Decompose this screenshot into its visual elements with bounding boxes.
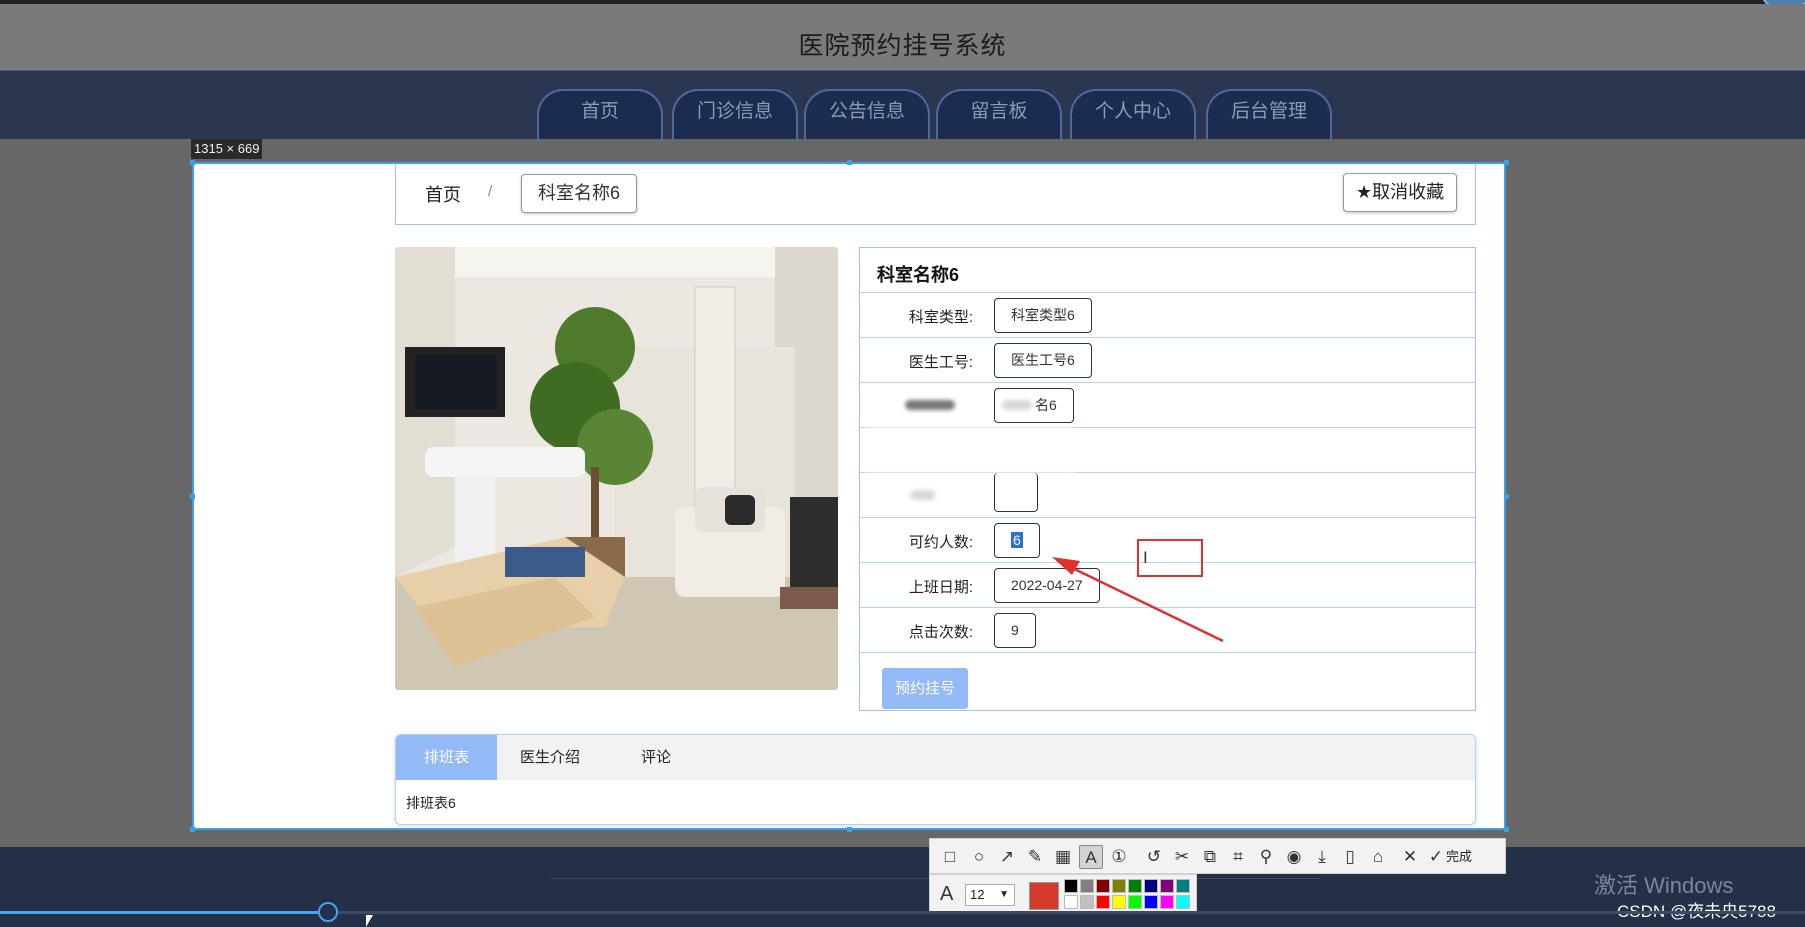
progress-fill: [0, 911, 328, 914]
capture-toolbar: □ ○ ↗ ✎ ▦ A ① ↺ ✂ ⧉ ⌗ ⚲ ◉ ⤓ ▯ ⌂ ✕ ✓ 完成: [929, 838, 1506, 874]
undo-icon[interactable]: ↺: [1142, 845, 1166, 869]
color-swatch[interactable]: [1064, 879, 1078, 893]
windows-activation-watermark: 激活 Windows: [1594, 873, 1734, 898]
nav-announcements[interactable]: 公告信息: [804, 89, 930, 140]
annotation-arrow: [1052, 557, 1224, 643]
nav-message-board[interactable]: 留言板: [936, 89, 1062, 140]
site-header: 医院预约挂号系统: [0, 4, 1805, 70]
selection-handle[interactable]: [1504, 827, 1509, 832]
font-size-select[interactable]: 12 ▼: [965, 884, 1015, 906]
text-tool-icon[interactable]: A: [1079, 845, 1103, 869]
selection-handle[interactable]: [847, 827, 852, 832]
selection-handle[interactable]: [847, 160, 852, 165]
color-swatch[interactable]: [1112, 895, 1126, 909]
record-icon[interactable]: ◉: [1282, 845, 1306, 869]
color-swatch[interactable]: [1128, 879, 1142, 893]
ellipse-tool-icon[interactable]: ○: [967, 845, 991, 869]
rectangle-tool-icon[interactable]: □: [938, 845, 962, 869]
color-swatch[interactable]: [1128, 895, 1142, 909]
selection-handle[interactable]: [190, 160, 195, 165]
nav-clinic-info[interactable]: 门诊信息: [672, 89, 798, 140]
mouse-pointer-icon: [366, 915, 373, 927]
dimmed-footer: [0, 847, 1805, 927]
color-swatch[interactable]: [1096, 879, 1110, 893]
capture-selection[interactable]: 首页 / 科室名称6 ★取消收藏 科室名称6 科室类型: 科室类型6 医生工号:…: [192, 162, 1506, 830]
done-button[interactable]: 完成: [1446, 845, 1472, 869]
csdn-watermark: CSDN @夜未央5788: [1617, 897, 1776, 922]
arrow-tool-icon[interactable]: ↗: [995, 845, 1019, 869]
close-icon[interactable]: ✕: [1398, 845, 1422, 869]
color-swatch[interactable]: [1176, 879, 1190, 893]
number-tool-icon[interactable]: ①: [1107, 845, 1131, 869]
mosaic-tool-icon[interactable]: ▦: [1051, 845, 1075, 869]
check-icon[interactable]: ✓: [1424, 845, 1448, 869]
color-swatch[interactable]: [1144, 879, 1158, 893]
nav-personal-center[interactable]: 个人中心: [1070, 89, 1196, 140]
nav-home[interactable]: 首页: [537, 89, 663, 140]
color-swatch[interactable]: [1080, 879, 1094, 893]
color-swatch[interactable]: [1144, 895, 1158, 909]
nav-admin[interactable]: 后台管理: [1206, 89, 1332, 140]
cut-icon[interactable]: ✂: [1170, 845, 1194, 869]
selection-handle[interactable]: [1504, 494, 1509, 499]
color-swatch[interactable]: [1112, 879, 1126, 893]
text-cursor-icon: I: [1143, 548, 1148, 567]
current-color-swatch[interactable]: [1029, 882, 1059, 910]
pencil-tool-icon[interactable]: ✎: [1023, 845, 1047, 869]
copy-icon[interactable]: ⧉: [1198, 845, 1222, 869]
color-swatch[interactable]: [1096, 895, 1110, 909]
color-swatch[interactable]: [1080, 895, 1094, 909]
text-style-toolbar: A 12 ▼: [929, 874, 1197, 914]
main-nav: 首页 门诊信息 公告信息 留言板 个人中心 后台管理: [0, 70, 1805, 140]
font-size-value: 12: [970, 887, 985, 902]
color-swatch[interactable]: [1160, 895, 1174, 909]
chevron-down-icon: ▼: [999, 889, 1009, 900]
site-title: 医院预约挂号系统: [798, 32, 1007, 60]
progress-knob[interactable]: [318, 902, 338, 922]
selection-size-label: 1315 × 669: [191, 139, 263, 159]
pin-icon[interactable]: ⚲: [1254, 845, 1278, 869]
bookmark-icon[interactable]: ⌂: [1366, 845, 1390, 869]
color-swatch[interactable]: [1064, 895, 1078, 909]
font-icon: A: [940, 883, 954, 905]
download-icon[interactable]: ⤓: [1310, 845, 1334, 869]
color-swatch[interactable]: [1160, 879, 1174, 893]
ocr-icon[interactable]: ⌗: [1226, 845, 1250, 869]
selection-handle[interactable]: [1504, 160, 1509, 165]
phone-icon[interactable]: ▯: [1338, 845, 1362, 869]
selection-handle[interactable]: [190, 494, 195, 499]
color-swatch[interactable]: [1176, 895, 1190, 909]
selection-handle[interactable]: [190, 827, 195, 832]
